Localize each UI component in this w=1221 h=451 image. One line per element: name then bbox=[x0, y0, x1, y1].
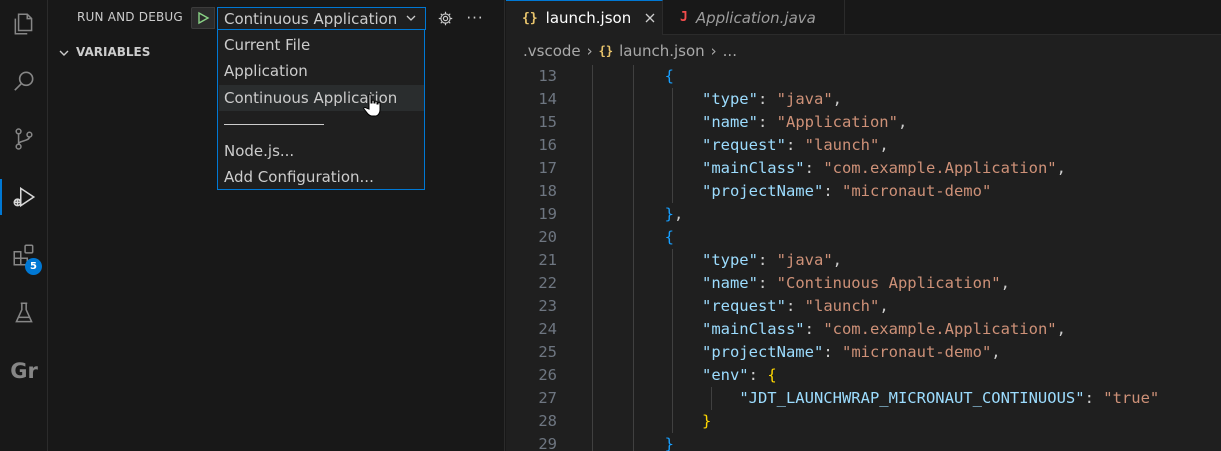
line-number: 16 bbox=[538, 136, 557, 154]
launch-config-select[interactable]: Continuous Application bbox=[217, 7, 426, 30]
code-text: "JDT_LAUNCHWRAP_MICRONAUT_CONTINUOUS": "… bbox=[739, 389, 1160, 407]
gradle-icon[interactable]: Gr bbox=[0, 347, 48, 395]
launch-config-dropdown: Current File Application Continuous Appl… bbox=[217, 30, 425, 190]
tab-label: Application.java bbox=[695, 8, 816, 27]
line-number: 20 bbox=[538, 228, 557, 246]
dropdown-separator bbox=[224, 124, 324, 125]
line-number: 13 bbox=[538, 67, 557, 85]
line-number: 21 bbox=[538, 251, 557, 269]
code-line[interactable]: 29 } bbox=[506, 433, 1221, 451]
tab-application-java[interactable]: J Application.java bbox=[664, 0, 845, 35]
code-line[interactable]: 27 "JDT_LAUNCHWRAP_MICRONAUT_CONTINUOUS"… bbox=[506, 387, 1221, 410]
gear-icon bbox=[438, 11, 452, 25]
code-line[interactable]: 20 { bbox=[506, 226, 1221, 249]
code-line[interactable]: 18 "projectName": "micronaut-demo" bbox=[506, 180, 1221, 203]
code-line[interactable]: 13 { bbox=[506, 65, 1221, 88]
close-icon[interactable] bbox=[643, 11, 657, 25]
java-file-icon: J bbox=[680, 10, 688, 25]
dropdown-item-nodejs[interactable]: Node.js... bbox=[219, 138, 424, 164]
code-line[interactable]: 26 "env": { bbox=[506, 364, 1221, 387]
line-number: 15 bbox=[538, 113, 557, 131]
line-number: 25 bbox=[538, 343, 557, 361]
line-number: 26 bbox=[538, 366, 557, 384]
line-number: 19 bbox=[538, 205, 557, 223]
more-actions-button[interactable]: ··· bbox=[464, 7, 486, 29]
play-icon bbox=[198, 11, 210, 25]
code-line[interactable]: 22 "name": "Continuous Application", bbox=[506, 272, 1221, 295]
hand-cursor-icon bbox=[363, 93, 381, 117]
code-line[interactable]: 15 "name": "Application", bbox=[506, 111, 1221, 134]
line-number: 28 bbox=[538, 412, 557, 430]
code-text: "mainClass": "com.example.Application", bbox=[701, 320, 1066, 338]
code-text: "name": "Application", bbox=[701, 113, 908, 131]
code-text: "mainClass": "com.example.Application", bbox=[701, 159, 1066, 177]
code-line[interactable]: 24 "mainClass": "com.example.Application… bbox=[506, 318, 1221, 341]
breadcrumb: .vscode › {} launch.json › ... bbox=[506, 38, 1221, 64]
chevron-right-icon: › bbox=[710, 42, 717, 60]
code-text: "request": "launch", bbox=[701, 136, 889, 154]
code-line[interactable]: 14 "type": "java", bbox=[506, 88, 1221, 111]
tab-launch-json[interactable]: {} launch.json bbox=[506, 0, 663, 35]
json-file-icon: {} bbox=[522, 10, 538, 26]
code-editor[interactable]: 13 {14 "type": "java", 15 "name": "Applic… bbox=[506, 65, 1221, 451]
code-text: } bbox=[701, 412, 712, 430]
line-number: 14 bbox=[538, 90, 557, 108]
source-control-icon[interactable] bbox=[0, 115, 48, 163]
code-text: { bbox=[664, 67, 674, 85]
tab-bar: {} launch.json J Application.java bbox=[506, 0, 1221, 35]
code-line[interactable]: 16 "request": "launch", bbox=[506, 134, 1221, 157]
code-line[interactable]: 17 "mainClass": "com.example.Application… bbox=[506, 157, 1221, 180]
code-text: "projectName": "micronaut-demo" bbox=[701, 182, 992, 200]
chevron-down-icon bbox=[59, 50, 69, 56]
breadcrumb-more[interactable]: ... bbox=[723, 42, 737, 60]
line-number: 22 bbox=[538, 274, 557, 292]
code-line[interactable]: 21 "type": "java", bbox=[506, 249, 1221, 272]
line-number: 23 bbox=[538, 297, 557, 315]
breadcrumb-file[interactable]: launch.json bbox=[619, 42, 705, 60]
start-debugging-button[interactable] bbox=[191, 7, 215, 29]
ellipsis-icon: ··· bbox=[466, 9, 484, 27]
code-text: "request": "launch", bbox=[701, 297, 889, 315]
extensions-badge: 5 bbox=[25, 258, 42, 275]
code-line[interactable]: 23 "request": "launch", bbox=[506, 295, 1221, 318]
explorer-icon[interactable] bbox=[0, 0, 48, 48]
code-text: }, bbox=[664, 205, 684, 223]
dropdown-item-application[interactable]: Application bbox=[219, 58, 424, 84]
code-text: "projectName": "micronaut-demo", bbox=[701, 343, 1001, 361]
dropdown-item-current-file[interactable]: Current File bbox=[219, 32, 424, 58]
line-number: 17 bbox=[538, 159, 557, 177]
open-launch-json-button[interactable] bbox=[434, 7, 456, 29]
line-number: 24 bbox=[538, 320, 557, 338]
line-number: 29 bbox=[538, 435, 557, 451]
tab-label: launch.json bbox=[545, 9, 632, 27]
code-text: } bbox=[664, 435, 674, 451]
code-text: { bbox=[664, 228, 674, 246]
json-file-icon: {} bbox=[598, 44, 614, 58]
selected-config-label: Continuous Application bbox=[224, 9, 398, 28]
activity-bar: 5 Gr bbox=[0, 0, 48, 451]
line-number: 27 bbox=[538, 389, 557, 407]
gradle-label: Gr bbox=[10, 359, 38, 383]
testing-icon[interactable] bbox=[0, 289, 48, 337]
editor: {} launch.json J Application.java .vscod… bbox=[506, 0, 1221, 451]
variables-section-label: VARIABLES bbox=[76, 45, 151, 59]
run-debug-icon[interactable] bbox=[0, 173, 48, 221]
code-line[interactable]: 28 } bbox=[506, 410, 1221, 433]
line-number: 18 bbox=[538, 182, 557, 200]
dropdown-item-continuous-application[interactable]: Continuous Application bbox=[219, 85, 424, 111]
breadcrumb-folder[interactable]: .vscode bbox=[523, 42, 581, 60]
code-line[interactable]: 19 }, bbox=[506, 203, 1221, 226]
code-line[interactable]: 25 "projectName": "micronaut-demo", bbox=[506, 341, 1221, 364]
code-text: "type": "java", bbox=[701, 90, 842, 108]
chevron-down-icon bbox=[406, 15, 416, 21]
code-text: "env": { bbox=[701, 366, 777, 384]
sidebar-title: RUN AND DEBUG bbox=[77, 10, 183, 24]
search-icon[interactable] bbox=[0, 57, 48, 105]
dropdown-item-add-configuration[interactable]: Add Configuration... bbox=[219, 164, 424, 190]
chevron-right-icon: › bbox=[586, 42, 593, 60]
code-text: "name": "Continuous Application", bbox=[701, 274, 1010, 292]
extensions-icon[interactable]: 5 bbox=[0, 231, 48, 279]
code-text: "type": "java", bbox=[701, 251, 842, 269]
